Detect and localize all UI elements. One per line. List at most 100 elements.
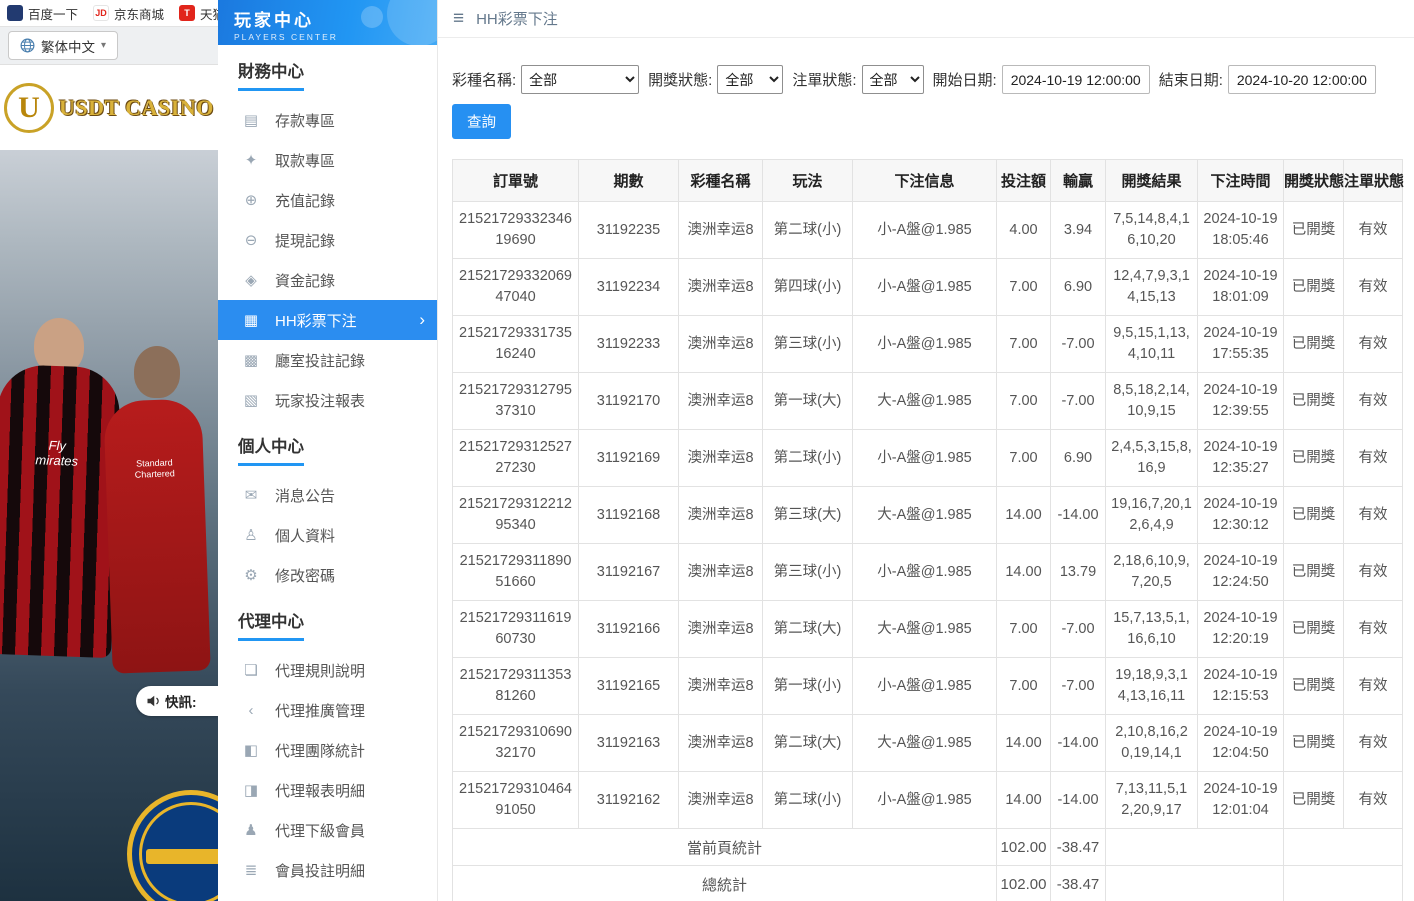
bookmark-item[interactable]: T天猫 bbox=[179, 4, 218, 23]
sidebar-item-label: 玩家投注報表 bbox=[275, 390, 365, 411]
table-cell: 7.00 bbox=[997, 658, 1051, 715]
table-cell: 2024-10-19 17:55:35 bbox=[1198, 316, 1284, 373]
bookmark-item[interactable]: 百度一下 bbox=[7, 4, 78, 23]
table-cell: 2024-10-19 12:20:19 bbox=[1198, 601, 1284, 658]
table-cell: 第二球(小) bbox=[763, 202, 853, 259]
table-cell: 2024-10-19 12:24:50 bbox=[1198, 544, 1284, 601]
table-row: 215217293127953731031192170澳洲幸运8第一球(大)大-… bbox=[453, 373, 1403, 430]
screen: 百度一下JD京东商城T天猫 繁体中文 ▾ U USDT CASINO Fly m… bbox=[0, 0, 1414, 901]
table-cell: 2152172931069032170 bbox=[453, 715, 579, 772]
sidebar-section-header: 財務中心 bbox=[218, 45, 437, 100]
sidebar-item-withdraw[interactable]: ✦取款專區 bbox=[218, 140, 437, 180]
table-cell: 15,7,13,5,1,16,6,10 bbox=[1106, 601, 1198, 658]
filter-group: 注單狀態:全部 bbox=[792, 65, 923, 94]
sidebar-item-label: 資金記錄 bbox=[275, 270, 335, 291]
sidebar-item-label: 消息公告 bbox=[275, 485, 335, 506]
table-cell: 有效 bbox=[1344, 772, 1403, 829]
table-cell: 有效 bbox=[1344, 430, 1403, 487]
table-cell: 有效 bbox=[1344, 544, 1403, 601]
table-row: 215217293106903217031192163澳洲幸运8第二球(大)大-… bbox=[453, 715, 1403, 772]
sidebar-item-agent-rules[interactable]: ❏代理規則說明 bbox=[218, 650, 437, 690]
totals-empty bbox=[1284, 866, 1403, 901]
sidebar-item-announcement[interactable]: ✉消息公告 bbox=[218, 475, 437, 515]
sidebar-item-agent-report[interactable]: ◨代理報表明細 bbox=[218, 770, 437, 810]
sidebar-item-label: 廳室投註記錄 bbox=[275, 350, 365, 371]
table-cell: 第二球(大) bbox=[763, 601, 853, 658]
casino-logo-text: USDT CASINO bbox=[59, 95, 214, 121]
table-cell: 第三球(大) bbox=[763, 487, 853, 544]
table-cell: 2,10,8,16,20,19,14,1 bbox=[1106, 715, 1198, 772]
sidebar-item-deposit[interactable]: ▤存款專區 bbox=[218, 100, 437, 140]
sidebar-item-agent-team-stats[interactable]: ◧代理團隊統計 bbox=[218, 730, 437, 770]
bookmark-label: 百度一下 bbox=[28, 4, 78, 23]
start-date-input[interactable] bbox=[1002, 65, 1150, 94]
sidebar-item-lottery-bet[interactable]: ▦HH彩票下注› bbox=[218, 300, 437, 340]
lottery-bet-icon: ▦ bbox=[242, 311, 260, 329]
table-cell: 第一球(大) bbox=[763, 373, 853, 430]
news-ticker[interactable]: 快訊: bbox=[136, 686, 218, 716]
table-cell: 7.00 bbox=[997, 316, 1051, 373]
order-status-select[interactable]: 全部 bbox=[862, 65, 924, 94]
sidebar-item-password[interactable]: ⚙修改密碼 bbox=[218, 555, 437, 595]
menu-toggle-icon[interactable]: ≡ bbox=[453, 8, 464, 30]
table-cell: 已開獎 bbox=[1284, 772, 1344, 829]
column-header: 開獎狀態 bbox=[1284, 160, 1344, 202]
filter-actions: 查詢 bbox=[438, 94, 1414, 139]
speaker-icon bbox=[146, 694, 161, 708]
sidebar-item-funds-record[interactable]: ◈資金記錄 bbox=[218, 260, 437, 300]
sidebar-item-label: 充值記錄 bbox=[275, 190, 335, 211]
sidebar-item-label: 會員投註明細 bbox=[275, 860, 365, 881]
totals-empty bbox=[1106, 866, 1284, 901]
sidebar-section-title: 代理中心 bbox=[238, 608, 304, 641]
bookmark-item[interactable]: JD京东商城 bbox=[93, 4, 164, 23]
table-cell: 2152172931046491050 bbox=[453, 772, 579, 829]
query-button[interactable]: 查詢 bbox=[452, 104, 511, 139]
end-date-input[interactable] bbox=[1228, 65, 1376, 94]
table-cell: 19,18,9,3,14,13,16,11 bbox=[1106, 658, 1198, 715]
member-bets-icon: ≣ bbox=[242, 861, 260, 879]
sidebar-item-player-report[interactable]: ▧玩家投注報表 bbox=[218, 380, 437, 420]
table-cell: 第二球(小) bbox=[763, 430, 853, 487]
table-cell: -7.00 bbox=[1051, 373, 1106, 430]
jersey-text: Chartered bbox=[106, 467, 204, 481]
draw-status-select[interactable]: 全部 bbox=[717, 65, 783, 94]
globe-icon bbox=[20, 38, 35, 53]
filter-bar: 彩種名稱:全部開獎狀態:全部注單狀態:全部開始日期:結束日期: bbox=[438, 38, 1414, 94]
table-cell: 2152172931279537310 bbox=[453, 373, 579, 430]
sidebar-item-recharge-record[interactable]: ⊕充值記錄 bbox=[218, 180, 437, 220]
table-row: 215217293122129534031192168澳洲幸运8第三球(大)大-… bbox=[453, 487, 1403, 544]
language-selector[interactable]: 繁体中文 ▾ bbox=[8, 31, 118, 60]
sidebar-item-room-bet-record[interactable]: ▩廳室投註記錄 bbox=[218, 340, 437, 380]
table-row: 215217293104649105031192162澳洲幸运8第二球(小)小-… bbox=[453, 772, 1403, 829]
sidebar-section-header: 代理中心 bbox=[218, 595, 437, 650]
sidebar-item-agent-promo[interactable]: ‹代理推廣管理 bbox=[218, 690, 437, 730]
page-title: HH彩票下注 bbox=[476, 8, 558, 29]
caret-down-icon: ▾ bbox=[101, 40, 106, 51]
table-cell: 有效 bbox=[1344, 487, 1403, 544]
sidebar-item-label: 代理推廣管理 bbox=[275, 700, 365, 721]
table-cell: 已開獎 bbox=[1284, 202, 1344, 259]
sidebar-item-label: 個人資料 bbox=[275, 525, 335, 546]
table-cell: 第一球(小) bbox=[763, 658, 853, 715]
table-cell: 6.90 bbox=[1051, 430, 1106, 487]
bookmark-label: 京东商城 bbox=[114, 4, 164, 23]
sidebar-item-label: 代理報表明細 bbox=[275, 780, 365, 801]
agent-rules-icon: ❏ bbox=[242, 661, 260, 679]
table-cell: 2152172931252727230 bbox=[453, 430, 579, 487]
table-cell: 澳洲幸运8 bbox=[679, 544, 763, 601]
sidebar-item-profile[interactable]: ♙個人資料 bbox=[218, 515, 437, 555]
sidebar-item-member-bets[interactable]: ≣ 會員投註明細 bbox=[218, 850, 437, 890]
column-header: 期數 bbox=[579, 160, 679, 202]
table-cell: 2024-10-19 12:01:04 bbox=[1198, 772, 1284, 829]
sidebar-item-withdrawal-record[interactable]: ⊖提現記錄 bbox=[218, 220, 437, 260]
sidebar-item-label: 修改密碼 bbox=[275, 565, 335, 586]
table-cell: 2024-10-19 18:05:46 bbox=[1198, 202, 1284, 259]
sidebar-item-agent-members[interactable]: ♟代理下級會員 bbox=[218, 810, 437, 850]
table-row: 215217293323461969031192235澳洲幸运8第二球(小)小-… bbox=[453, 202, 1403, 259]
lottery-select[interactable]: 全部 bbox=[521, 65, 639, 94]
table-cell: 14.00 bbox=[997, 772, 1051, 829]
table-cell: 2024-10-19 12:35:27 bbox=[1198, 430, 1284, 487]
casino-logo[interactable]: U USDT CASINO bbox=[0, 65, 218, 150]
sidebar-item-member-transactions[interactable]: ≡會員交易明細 bbox=[218, 890, 437, 901]
table-cell: 澳洲幸运8 bbox=[679, 772, 763, 829]
